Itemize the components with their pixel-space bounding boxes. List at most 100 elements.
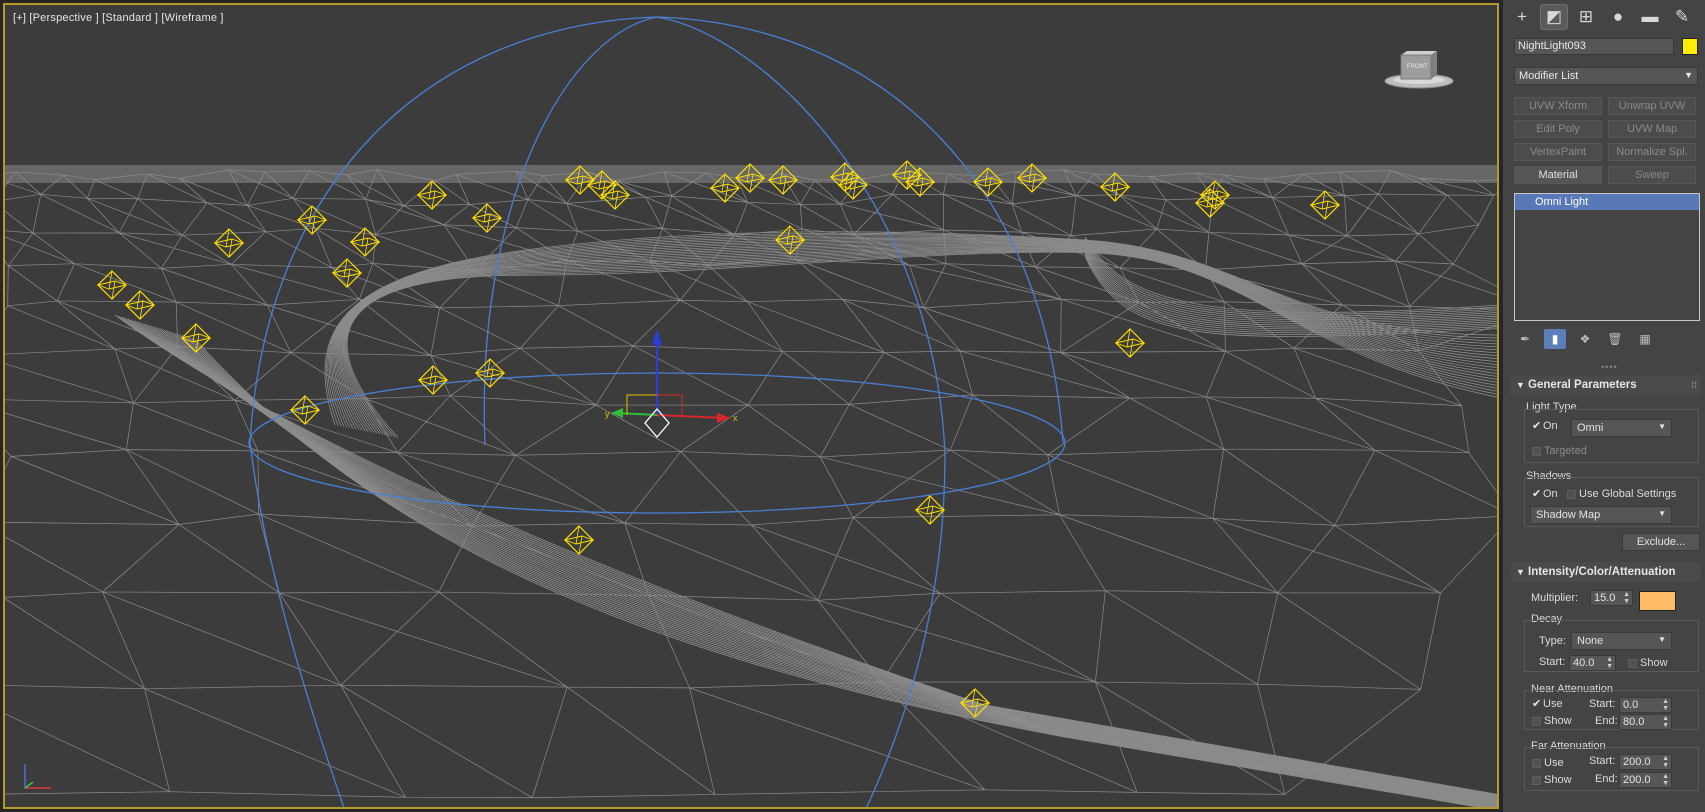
use-global-settings-label: Use Global Settings — [1579, 488, 1677, 500]
sweep-button[interactable]: Sweep — [1608, 166, 1696, 184]
near-end-value: 80.0 — [1623, 716, 1645, 728]
modifier-sets-buttons: UVW Xform Unwrap UVW Edit Poly UVW Map V… — [1514, 97, 1700, 184]
road-wireframe — [114, 231, 1497, 807]
viewport-label-menu[interactable]: [+] [Perspective ] [Standard ] [Wirefram… — [13, 12, 224, 24]
far-end-label: End: — [1595, 773, 1618, 785]
intensity-rollout-title: Intensity/Color/Attenuation — [1528, 566, 1676, 578]
decay-type-value: None — [1577, 635, 1604, 647]
far-show-label: Show — [1544, 774, 1572, 786]
make-unique-icon[interactable]: ❖ — [1574, 329, 1596, 349]
shadow-type-value: Shadow Map — [1536, 509, 1601, 521]
decay-start-label: Start: — [1539, 656, 1566, 668]
modifier-stack[interactable]: Omni Light — [1514, 193, 1700, 321]
intensity-color-attenuation-rollout[interactable]: ▼ Intensity/Color/Attenuation — [1511, 562, 1701, 582]
spinner-arrows-icon: ▲ ▼ — [1606, 656, 1613, 670]
targeted-checkbox[interactable] — [1532, 447, 1541, 456]
far-start-spinner[interactable]: 200.0 ▲ ▼ — [1619, 754, 1672, 770]
omni-light-icon[interactable] — [914, 495, 946, 525]
near-start-value: 0.0 — [1623, 699, 1639, 711]
material-button[interactable]: Material — [1514, 166, 1602, 184]
rollout-grip-icon: ⁞⁞ — [1691, 380, 1697, 390]
near-show-label: Show — [1544, 715, 1572, 727]
stack-item-omni-light[interactable]: Omni Light — [1515, 194, 1699, 210]
pin-stack-icon[interactable]: ✒ — [1514, 329, 1536, 349]
use-global-settings-checkbox[interactable] — [1567, 490, 1576, 499]
exclude-button[interactable]: Exclude... — [1622, 533, 1700, 551]
far-end-spinner[interactable]: 200.0 ▲ ▼ — [1619, 772, 1672, 788]
show-end-result-icon[interactable]: ▮ — [1544, 329, 1566, 349]
near-use-label: Use — [1543, 698, 1563, 710]
chevron-down-icon: ▼ — [1658, 509, 1666, 518]
edit-poly-button[interactable]: Edit Poly — [1514, 120, 1602, 138]
remove-modifier-icon[interactable]: 🗑 — [1604, 329, 1626, 349]
light-type-dropdown[interactable]: Omni ▼ — [1571, 419, 1672, 437]
far-use-label: Use — [1544, 757, 1564, 769]
decay-type-label: Type: — [1539, 635, 1566, 647]
light-on-label: On — [1543, 420, 1558, 432]
chevron-down-icon: ▼ — [1684, 70, 1693, 80]
panel-divider-grip[interactable]: •••• — [1601, 362, 1618, 372]
object-color-swatch[interactable] — [1682, 38, 1698, 55]
chevron-down-icon: ▼ — [1658, 635, 1666, 644]
unwrap-uvw-button[interactable]: Unwrap UVW — [1608, 97, 1696, 115]
collapse-triangle-icon: ▼ — [1516, 567, 1525, 577]
decay-start-spinner[interactable]: 40.0 ▲ ▼ — [1569, 655, 1616, 671]
configure-modifier-sets-icon[interactable]: ▦ — [1634, 329, 1656, 349]
uvw-map-button[interactable]: UVW Map — [1608, 120, 1696, 138]
decay-type-dropdown[interactable]: None ▼ — [1571, 632, 1672, 650]
create-tab-icon[interactable]: + — [1509, 5, 1535, 29]
decay-start-value: 40.0 — [1573, 657, 1595, 669]
gizmo-y-label: y — [605, 409, 610, 419]
light-on-checkbox[interactable]: ✔ — [1532, 421, 1541, 432]
shadow-type-dropdown[interactable]: Shadow Map ▼ — [1530, 506, 1672, 524]
spinner-arrows-icon: ▲ ▼ — [1662, 698, 1669, 712]
decay-show-checkbox[interactable] — [1628, 659, 1637, 668]
omni-light-icon[interactable] — [1309, 190, 1341, 220]
vertexpaint-button[interactable]: VertexPaint — [1514, 143, 1602, 161]
light-color-swatch[interactable] — [1639, 591, 1676, 611]
modify-tab-icon[interactable]: ◩ — [1540, 4, 1568, 30]
motion-tab-icon[interactable]: ● — [1605, 5, 1631, 29]
near-end-label: End: — [1595, 715, 1618, 727]
stack-tools: ✒ ▮ ❖ 🗑 ▦ — [1514, 328, 1700, 350]
modifier-list-dropdown[interactable]: Modifier List ▼ — [1514, 67, 1698, 85]
viewcube[interactable]: FRONT — [1379, 43, 1459, 95]
near-end-spinner[interactable]: 80.0 ▲ ▼ — [1619, 714, 1672, 730]
wireframe-scene[interactable]: xy — [5, 5, 1499, 809]
shadows-on-checkbox[interactable]: ✔ — [1532, 489, 1541, 500]
viewcube-face-label: FRONT — [1407, 64, 1428, 70]
utilities-tab-icon[interactable]: ✎ — [1669, 5, 1695, 29]
uvw-xform-button[interactable]: UVW Xform — [1514, 97, 1602, 115]
shadows-on-label: On — [1543, 488, 1558, 500]
multiplier-value: 15.0 — [1594, 592, 1616, 604]
command-panel: + ◩ ⊞ ● ▬ ✎ NightLight093 Modifier List … — [1503, 0, 1705, 812]
targeted-label: Targeted — [1544, 445, 1587, 457]
omni-light-icon[interactable] — [124, 290, 156, 320]
near-start-spinner[interactable]: 0.0 ▲ ▼ — [1619, 697, 1672, 713]
spinner-arrows-icon: ▲ ▼ — [1623, 591, 1630, 605]
normalize-spline-button[interactable]: Normalize Spl. — [1608, 143, 1696, 161]
multiplier-spinner[interactable]: 15.0 ▲ ▼ — [1590, 590, 1633, 606]
object-name-field[interactable]: NightLight093 — [1514, 38, 1674, 55]
spinner-arrows-icon: ▲ ▼ — [1662, 715, 1669, 729]
perspective-viewport[interactable]: xy [+] [Perspective ] [Standard ] [Wiref… — [3, 3, 1499, 809]
light-type-value: Omni — [1577, 422, 1604, 434]
far-use-checkbox[interactable] — [1532, 759, 1541, 768]
chevron-down-icon: ▼ — [1658, 422, 1666, 431]
near-show-checkbox[interactable] — [1532, 717, 1541, 726]
far-start-value: 200.0 — [1623, 756, 1651, 768]
omni-light-icon[interactable] — [563, 525, 595, 555]
axis-tripod — [19, 758, 59, 797]
general-parameters-rollout[interactable]: ▼ General Parameters ⁞⁞ — [1511, 375, 1701, 395]
far-show-checkbox[interactable] — [1532, 776, 1541, 785]
far-end-value: 200.0 — [1623, 774, 1651, 786]
modifier-list-label: Modifier List — [1519, 70, 1579, 82]
omni-light-icon[interactable] — [96, 270, 128, 300]
hierarchy-tab-icon[interactable]: ⊞ — [1573, 5, 1599, 29]
spinner-arrows-icon: ▲ ▼ — [1662, 755, 1669, 769]
spinner-arrows-icon: ▲ ▼ — [1662, 773, 1669, 787]
omni-light-icon[interactable] — [1114, 328, 1146, 358]
multiplier-label: Multiplier: — [1531, 592, 1579, 604]
display-tab-icon[interactable]: ▬ — [1637, 5, 1663, 29]
near-use-checkbox[interactable]: ✔ — [1532, 699, 1541, 710]
